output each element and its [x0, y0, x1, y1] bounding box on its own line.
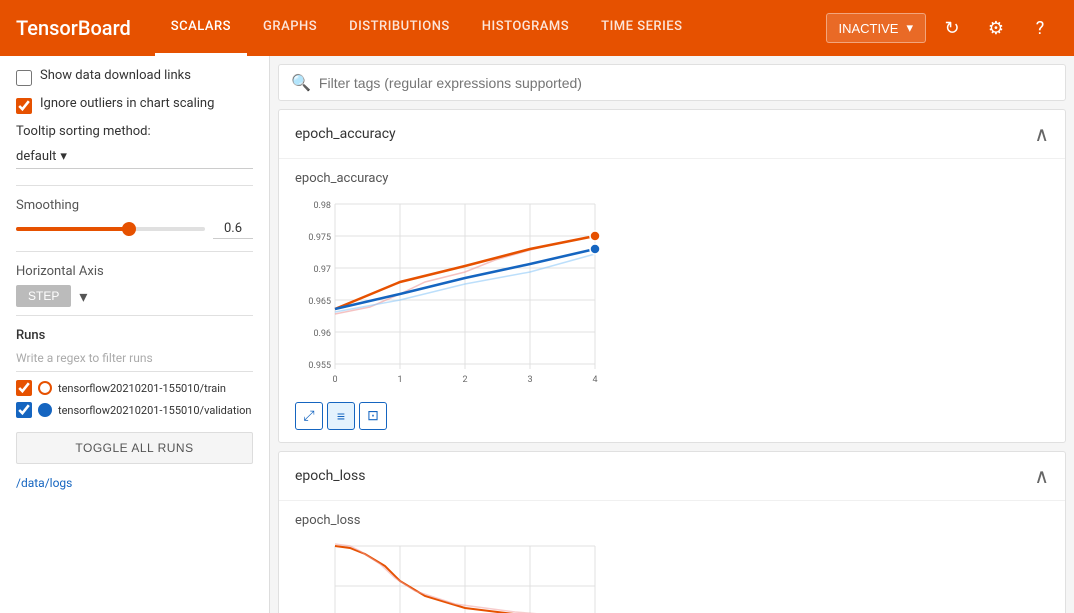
chart-panel-loss: epoch_loss ∧ epoch_loss [278, 451, 1066, 613]
horizontal-axis-label: Horizontal Axis [16, 264, 253, 279]
run-validation-checkbox[interactable] [16, 402, 32, 418]
layout: Show data download links Ignore outliers… [0, 56, 1074, 613]
logo: TensorBoard [16, 16, 131, 40]
chart-subtitle-accuracy: epoch_accuracy [295, 171, 1049, 186]
smoothing-label: Smoothing [16, 198, 253, 213]
smoothing-slider-thumb[interactable] [122, 222, 136, 236]
search-input[interactable] [319, 75, 1053, 91]
ignore-outliers-checkbox-row[interactable]: Ignore outliers in chart scaling [16, 96, 253, 114]
chart-tools-accuracy: ⤢ ≡ ⊡ [295, 402, 1049, 430]
tooltip-label: Tooltip sorting method: [16, 124, 253, 139]
chart-panel-accuracy: epoch_accuracy ∧ epoch_accuracy [278, 109, 1066, 443]
blue-end-dot [590, 244, 600, 254]
run-item-train: tensorflow20210201-155010/train [16, 380, 253, 396]
legend-button[interactable]: ≡ [327, 402, 355, 430]
run-train-checkbox[interactable] [16, 380, 32, 396]
search-bar: 🔍 [278, 64, 1066, 101]
divider-3 [16, 315, 253, 316]
svg-text:2: 2 [462, 375, 467, 385]
svg-text:0.98: 0.98 [313, 201, 331, 211]
svg-text:0.975: 0.975 [308, 233, 331, 243]
chart-header-loss: epoch_loss ∧ [279, 452, 1065, 501]
main-nav: SCALARS GRAPHS DISTRIBUTIONS HISTOGRAMS … [155, 0, 826, 56]
search-icon: 🔍 [291, 73, 311, 92]
smoothing-slider-fill [16, 227, 129, 231]
status-label: INACTIVE [839, 21, 899, 36]
show-download-checkbox[interactable] [16, 70, 32, 86]
svg-text:0.955: 0.955 [308, 361, 331, 371]
tooltip-select[interactable]: default ▾ [16, 145, 253, 169]
chevron-down-icon: ▾ [906, 20, 913, 36]
runs-title: Runs [16, 328, 253, 343]
chart-subtitle-loss: epoch_loss [295, 513, 1049, 528]
nav-graphs[interactable]: GRAPHS [247, 0, 333, 56]
svg-text:0.97: 0.97 [313, 265, 331, 275]
chart-header-accuracy: epoch_accuracy ∧ [279, 110, 1065, 159]
help-button[interactable]: ? [1022, 10, 1058, 46]
tooltip-row: Tooltip sorting method: default ▾ [16, 124, 253, 169]
loss-orange-raw [335, 544, 590, 613]
divider-2 [16, 251, 253, 252]
toggle-all-button[interactable]: TOGGLE ALL RUNS [16, 432, 253, 464]
expand-button[interactable]: ⤢ [295, 402, 323, 430]
runs-filter[interactable]: Write a regex to filter runs [16, 351, 253, 372]
run-train-name: tensorflow20210201-155010/train [58, 382, 226, 395]
sidebar: Show data download links Ignore outliers… [0, 56, 270, 613]
ignore-outliers-label: Ignore outliers in chart scaling [40, 96, 214, 111]
chart-svg-loss: 0.14 [295, 536, 615, 613]
axis-step-button[interactable]: STEP [16, 285, 71, 307]
show-download-label: Show data download links [40, 68, 191, 83]
refresh-button[interactable]: ↻ [934, 10, 970, 46]
collapse-loss-button[interactable]: ∧ [1034, 464, 1049, 488]
svg-text:1: 1 [397, 375, 402, 385]
smoothing-row: 0.6 [16, 219, 253, 239]
settings-button[interactable]: ⚙ [978, 10, 1014, 46]
tooltip-value: default [16, 149, 56, 164]
nav-distributions[interactable]: DISTRIBUTIONS [333, 0, 466, 56]
data-path[interactable]: /data/logs [16, 476, 253, 490]
run-train-dot [38, 381, 52, 395]
nav-scalars[interactable]: SCALARS [155, 0, 247, 56]
status-button[interactable]: INACTIVE ▾ [826, 13, 927, 43]
chart-area-loss: 0.14 [295, 536, 615, 613]
svg-text:3: 3 [527, 375, 532, 385]
chart-title-loss: epoch_loss [295, 468, 365, 484]
runs-section: Runs Write a regex to filter runs tensor… [16, 328, 253, 490]
axis-chevron-icon: ▾ [79, 287, 87, 306]
run-validation-dot [38, 403, 52, 417]
svg-text:0.96: 0.96 [313, 329, 331, 339]
chart-body-loss: epoch_loss 0.14 [279, 501, 1065, 613]
show-download-checkbox-row[interactable]: Show data download links [16, 68, 253, 86]
nav-histograms[interactable]: HISTOGRAMS [466, 0, 585, 56]
chart-title-accuracy: epoch_accuracy [295, 126, 396, 142]
orange-end-dot [590, 231, 600, 241]
chart-svg-accuracy: 0.98 0.975 0.97 0.965 0.96 0.955 0 1 2 3… [295, 194, 615, 394]
divider-1 [16, 185, 253, 186]
ignore-outliers-checkbox[interactable] [16, 98, 32, 114]
svg-text:0: 0 [332, 375, 337, 385]
collapse-accuracy-button[interactable]: ∧ [1034, 122, 1049, 146]
svg-text:0.965: 0.965 [308, 297, 331, 307]
smoothing-slider-container[interactable] [16, 219, 205, 239]
tooltip-chevron-icon: ▾ [60, 149, 67, 164]
smoothing-value[interactable]: 0.6 [213, 219, 253, 239]
header: TensorBoard SCALARS GRAPHS DISTRIBUTIONS… [0, 0, 1074, 56]
nav-time-series[interactable]: TIME SERIES [585, 0, 698, 56]
svg-text:4: 4 [592, 375, 597, 385]
chart-body-accuracy: epoch_accuracy [279, 159, 1065, 442]
main-content: 🔍 epoch_accuracy ∧ epoch_accuracy [270, 56, 1074, 613]
chart-area-accuracy: 0.98 0.975 0.97 0.965 0.96 0.955 0 1 2 3… [295, 194, 615, 394]
run-item-validation: tensorflow20210201-155010/validation [16, 402, 253, 418]
data-download-button[interactable]: ⊡ [359, 402, 387, 430]
header-right: INACTIVE ▾ ↻ ⚙ ? [826, 10, 1059, 46]
run-validation-name: tensorflow20210201-155010/validation [58, 404, 252, 417]
